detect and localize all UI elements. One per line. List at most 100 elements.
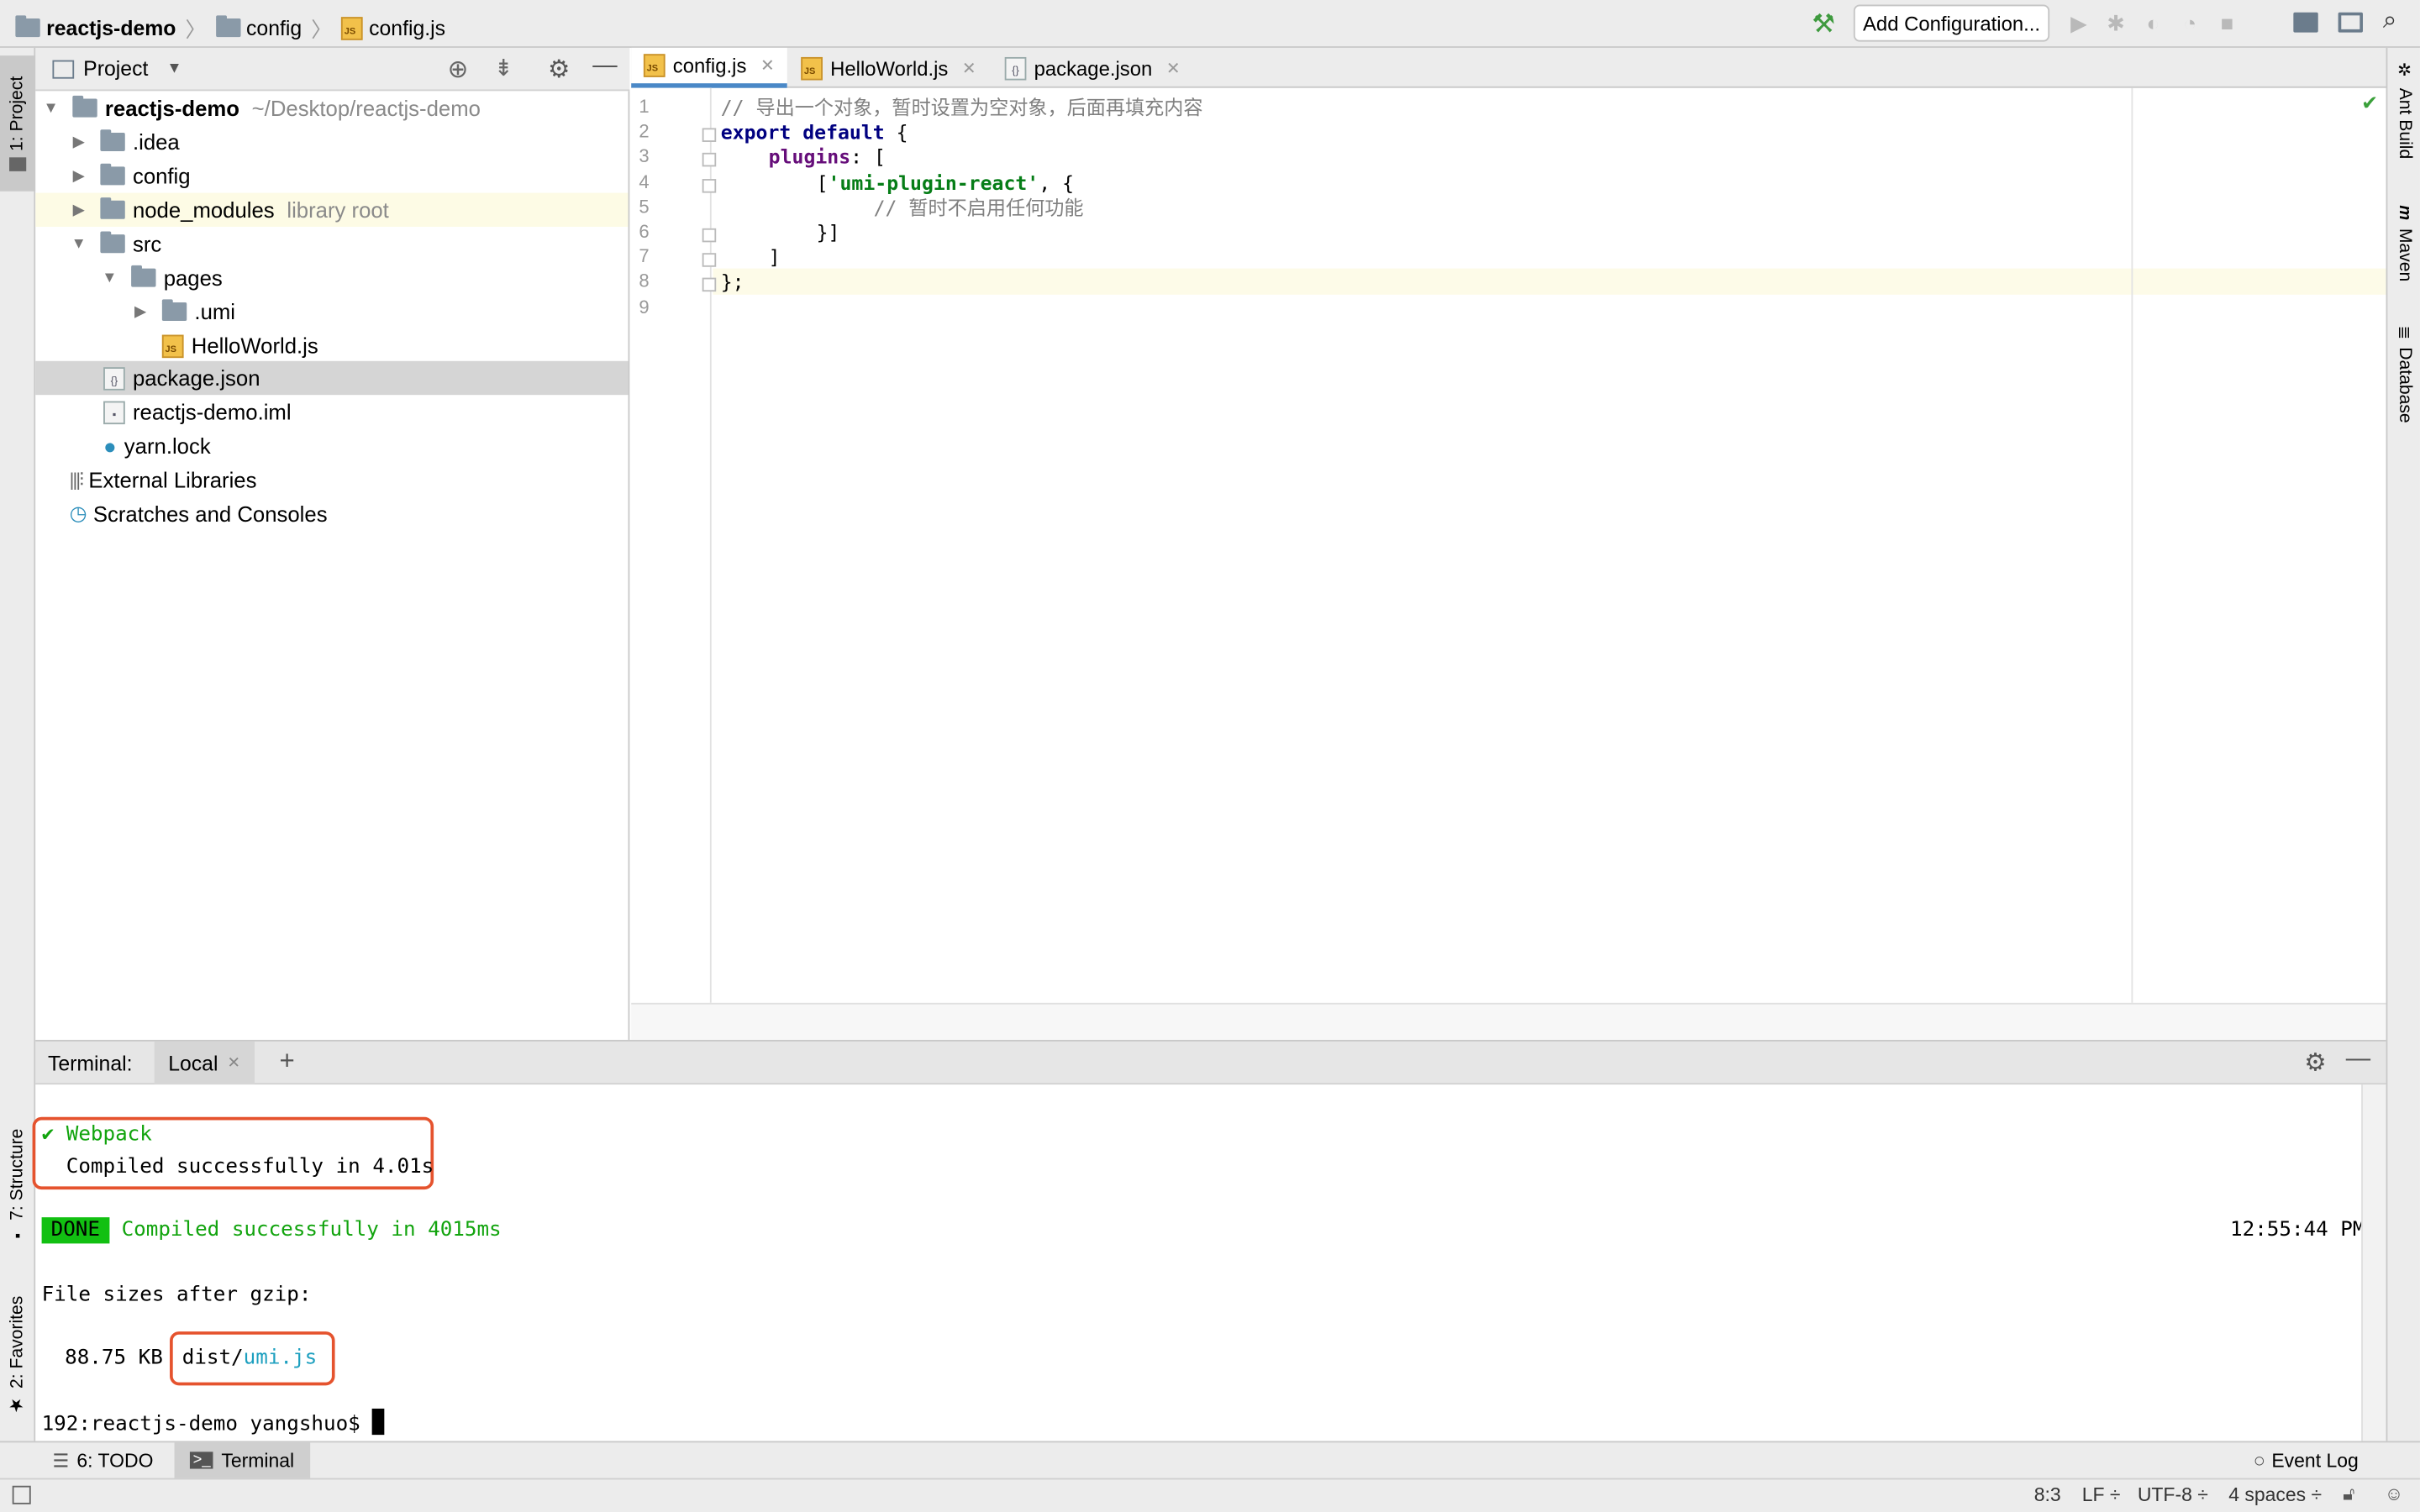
code-line-3: plugins: [ xyxy=(769,145,886,170)
tree-item-config[interactable]: ▶ config xyxy=(35,159,628,192)
terminal-prompt-line: 192:reactjs-demo yangshuo$ xyxy=(42,1408,386,1440)
tab-favorites[interactable]: ★ 2: Favorites xyxy=(0,1282,35,1428)
left-tool-stripe: 1: Project ▪ 7: Structure ★ 2: Favorites xyxy=(0,47,36,1441)
tab-terminal[interactable]: >_ Terminal xyxy=(174,1442,310,1478)
terminal-window-icon[interactable] xyxy=(2338,12,2363,33)
done-text: Compiled successfully in 4015ms xyxy=(121,1218,502,1242)
line-number: 8 xyxy=(639,270,650,292)
ide-window: reactjs-demo 〉 config 〉 JS config.js ⚒ A… xyxy=(0,0,2420,1512)
tree-item-scratches[interactable]: ◷ Scratches and Consoles xyxy=(35,496,628,530)
stop-icon[interactable]: ■ xyxy=(2213,9,2241,37)
tab-helloworld-js[interactable]: JS HelloWorld.js ✕ xyxy=(789,48,989,88)
list-icon: ☰ xyxy=(52,1449,70,1472)
chevron-down-icon[interactable]: ▼ xyxy=(42,99,60,116)
json-file-icon: {} xyxy=(103,366,125,390)
search-icon[interactable]: ⌕ xyxy=(2383,8,2396,35)
terminal-file-sizes-heading: File sizes after gzip: xyxy=(41,1284,312,1307)
gear-icon[interactable]: ⚙ xyxy=(548,54,570,85)
breadcrumb-project[interactable]: reactjs-demo 〉 xyxy=(15,13,206,44)
close-icon[interactable]: ✕ xyxy=(760,55,775,76)
line-number: 6 xyxy=(639,220,650,243)
line-number: 1 xyxy=(639,95,650,118)
tree-item-idea[interactable]: ▶ .idea xyxy=(35,125,628,159)
code-editor[interactable]: // 导出一个对象，暂时设置为空对象，后面再填充内容 export defaul… xyxy=(713,88,2386,1003)
inspector-icon[interactable]: ☺ xyxy=(2385,1483,2404,1504)
tab-structure[interactable]: ▪ 7: Structure xyxy=(0,1112,35,1258)
tree-item-root[interactable]: ▼ reactjs-demo ~/Desktop/reactjs-demo xyxy=(35,91,628,124)
tree-item-label: reactjs-demo.iml xyxy=(132,399,292,425)
toggle-tool-windows-icon[interactable] xyxy=(12,1485,31,1504)
tree-item-src[interactable]: ▼ src xyxy=(35,227,628,260)
tab-database[interactable]: ≣ Database xyxy=(2387,326,2420,449)
tree-item-path: ~/Desktop/reactjs-demo xyxy=(251,95,481,121)
tree-item-label: node_modules xyxy=(132,197,275,223)
close-icon[interactable]: ✕ xyxy=(962,58,976,78)
done-badge: DONE xyxy=(41,1217,109,1244)
close-icon[interactable]: ✕ xyxy=(1166,58,1181,78)
terminal-output[interactable]: ✔ Webpack Compiled successfully in 4.01s… xyxy=(32,1084,2365,1441)
tab-maven-label: Maven xyxy=(2395,228,2414,281)
chevron-down-icon[interactable]: ▼ xyxy=(166,60,182,77)
run-toolbar: ▶ ✱ ◐ ◔ ■ xyxy=(2065,9,2241,37)
breadcrumb-folder[interactable]: config 〉 xyxy=(215,13,332,44)
tab-package-json[interactable]: {} package.json ✕ xyxy=(992,48,1192,88)
tab-maven[interactable]: m Maven xyxy=(2387,205,2420,301)
tree-item-yarn-lock[interactable]: ● yarn.lock xyxy=(35,429,628,463)
tab-config-js[interactable]: JS config.js ✕ xyxy=(631,47,787,88)
status-indent[interactable]: 4 spaces ÷ xyxy=(2228,1484,2322,1506)
code-line-1: // 导出一个对象，暂时设置为空对象，后面再填充内容 xyxy=(720,95,1203,119)
tree-item-node-modules[interactable]: ▶ node_modules library root xyxy=(35,192,629,227)
terminal-tab-local[interactable]: Local ✕ xyxy=(154,1041,255,1085)
folder-icon xyxy=(100,197,125,219)
hammer-build-icon[interactable]: ⚒ xyxy=(1812,9,1835,40)
debug-icon[interactable]: ✱ xyxy=(2102,9,2130,37)
navigation-bar: reactjs-demo 〉 config 〉 JS config.js ⚒ A… xyxy=(0,0,2420,48)
chevron-down-icon[interactable]: ▼ xyxy=(70,235,88,252)
terminal-scrollbar[interactable] xyxy=(2361,1084,2386,1441)
chevron-right-icon[interactable]: ▶ xyxy=(131,303,150,320)
tree-item-label: yarn.lock xyxy=(124,433,211,459)
minimize-icon[interactable]: — xyxy=(592,52,617,80)
breadcrumb-file[interactable]: JS config.js xyxy=(341,16,445,39)
status-line-separator[interactable]: LF ÷ xyxy=(2082,1484,2121,1506)
gear-icon[interactable]: ⚙ xyxy=(2304,1047,2326,1079)
coverage-icon[interactable]: ◐ xyxy=(2139,9,2167,37)
tab-terminal-label: Terminal xyxy=(221,1449,295,1472)
chevron-down-icon[interactable]: ▼ xyxy=(100,270,118,286)
new-terminal-button[interactable]: + xyxy=(279,1046,294,1077)
folder-icon xyxy=(72,95,97,118)
chevron-right-icon[interactable]: ▶ xyxy=(70,202,88,218)
tree-item-pages[interactable]: ▼ pages xyxy=(35,260,628,294)
breadcrumb-file-label: config.js xyxy=(369,16,446,39)
folder-icon xyxy=(100,129,125,151)
line-number: 7 xyxy=(639,245,650,267)
tab-project[interactable]: 1: Project xyxy=(0,55,36,192)
tree-item-umi[interactable]: ▶ .umi xyxy=(35,295,628,328)
profile-icon[interactable]: ◔ xyxy=(2176,9,2204,37)
add-configuration-button[interactable]: Add Configuration... xyxy=(1853,4,2050,42)
tab-event-log[interactable]: ○ Event Log xyxy=(2254,1442,2359,1478)
status-encoding[interactable]: UTF-8 ÷ xyxy=(2138,1484,2208,1506)
lock-icon[interactable]: 🔓︎ xyxy=(2343,1483,2354,1506)
tab-ant-build[interactable]: ✲ Ant Build xyxy=(2387,60,2420,184)
editor-horizontal-scrollbar[interactable] xyxy=(631,1002,2386,1040)
project-view-selector[interactable]: Project xyxy=(83,57,148,81)
close-icon[interactable]: ✕ xyxy=(228,1054,240,1071)
tree-item-external-libraries[interactable]: |||⫶ External Libraries xyxy=(35,463,628,496)
chevron-right-icon[interactable]: ▶ xyxy=(70,134,88,150)
tab-structure-label: 7: Structure xyxy=(8,1128,28,1221)
collapse-all-icon[interactable]: ⇟ xyxy=(494,54,513,81)
minimize-icon[interactable]: — xyxy=(2346,1046,2370,1074)
chevron-right-icon[interactable]: ▶ xyxy=(70,167,88,184)
tree-item-label: pages xyxy=(163,265,223,291)
tree-item-iml[interactable]: ▪ reactjs-demo.iml xyxy=(35,395,628,428)
run-icon[interactable]: ▶ xyxy=(2065,9,2093,37)
code-text: : [ xyxy=(850,144,886,169)
tree-item-package-json[interactable]: {} package.json xyxy=(35,360,629,396)
locate-icon[interactable]: ⊕ xyxy=(448,54,469,85)
tree-item-helloworld[interactable]: JS HelloWorld.js xyxy=(35,328,628,362)
project-structure-icon[interactable] xyxy=(2293,12,2318,33)
folder-icon xyxy=(9,156,27,171)
tab-todo[interactable]: ☰ 6: TODO xyxy=(52,1442,153,1478)
status-caret-position[interactable]: 8:3 xyxy=(2034,1484,2061,1506)
